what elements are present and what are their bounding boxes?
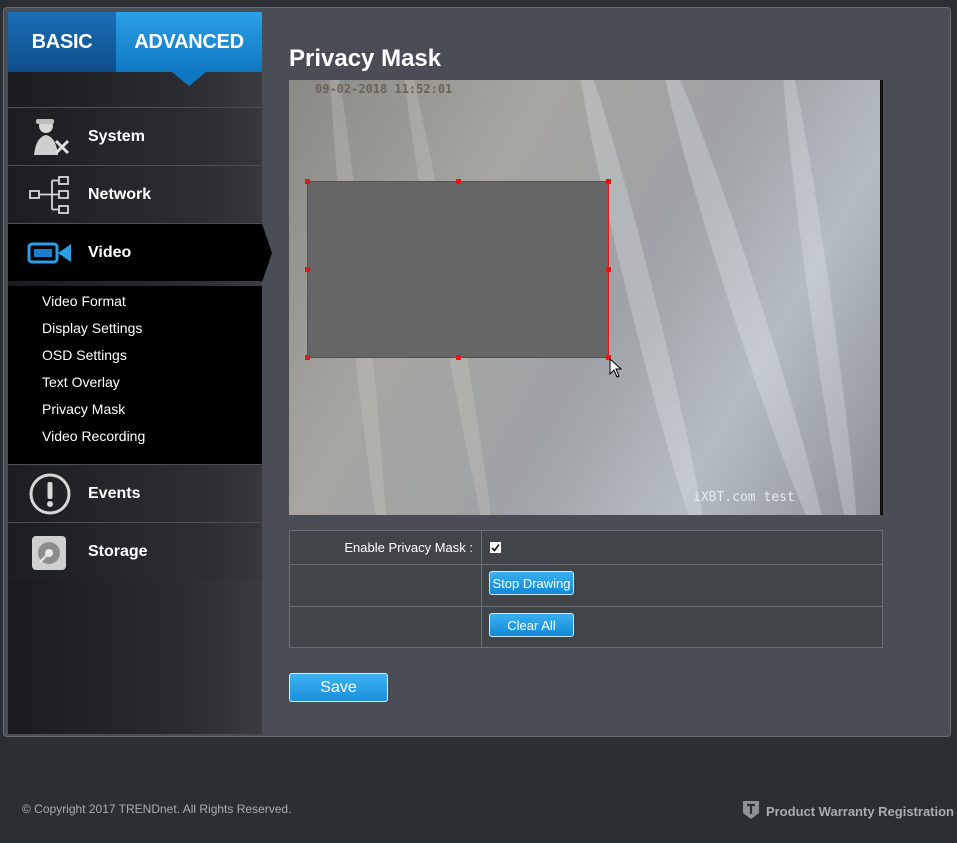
enable-privacy-mask-label: Enable Privacy Mask : bbox=[290, 531, 482, 564]
submenu-osd-settings[interactable]: OSD Settings bbox=[42, 347, 127, 363]
resize-handle[interactable] bbox=[305, 355, 310, 360]
submenu-display-settings[interactable]: Display Settings bbox=[42, 320, 142, 336]
resize-handle[interactable] bbox=[305, 267, 310, 272]
settings-row-clear: Clear All bbox=[290, 607, 882, 647]
sidebar-item-system[interactable]: System bbox=[8, 107, 262, 165]
submenu-text-overlay[interactable]: Text Overlay bbox=[42, 374, 120, 390]
tab-basic[interactable]: BASIC bbox=[8, 12, 116, 72]
privacy-mask-region[interactable] bbox=[305, 179, 611, 360]
mode-tabs: BASIC ADVANCED bbox=[8, 12, 262, 86]
system-tools-icon bbox=[22, 114, 78, 160]
network-tree-icon bbox=[22, 172, 78, 218]
clear-all-button[interactable]: Clear All bbox=[489, 613, 574, 637]
resize-handle[interactable] bbox=[456, 179, 461, 184]
video-submenu: Video Format Display Settings OSD Settin… bbox=[8, 286, 262, 464]
alert-icon bbox=[22, 471, 78, 517]
storage-disk-icon bbox=[22, 529, 78, 575]
sidebar-item-label: Events bbox=[88, 484, 141, 502]
sidebar-item-network[interactable]: Network bbox=[8, 165, 262, 223]
save-button[interactable]: Save bbox=[289, 673, 388, 702]
submenu-video-format[interactable]: Video Format bbox=[42, 293, 126, 309]
sidebar-item-events[interactable]: Events bbox=[8, 464, 262, 522]
sidebar-item-label: Storage bbox=[88, 542, 148, 560]
sidebar-item-storage[interactable]: Storage bbox=[8, 522, 262, 580]
copyright-text: © Copyright 2017 TRENDnet. All Rights Re… bbox=[22, 802, 292, 816]
settings-row-drawing: Stop Drawing bbox=[290, 565, 882, 607]
checkmark-icon bbox=[491, 544, 500, 552]
product-warranty-link[interactable]: Product Warranty Registration bbox=[742, 800, 954, 823]
stop-drawing-button[interactable]: Stop Drawing bbox=[489, 571, 574, 595]
trendnet-logo-icon bbox=[742, 800, 760, 823]
settings-row-enable: Enable Privacy Mask : bbox=[290, 531, 882, 565]
sidebar-item-video[interactable]: Video bbox=[8, 223, 272, 282]
video-watermark: iXBT.com test bbox=[693, 490, 795, 505]
tab-advanced[interactable]: ADVANCED bbox=[116, 12, 262, 86]
row-label-empty bbox=[290, 607, 482, 647]
video-camera-icon bbox=[22, 230, 78, 276]
submenu-privacy-mask[interactable]: Privacy Mask bbox=[42, 401, 125, 417]
resize-handle[interactable] bbox=[305, 179, 310, 184]
video-edge bbox=[880, 80, 883, 515]
resize-handle[interactable] bbox=[456, 355, 461, 360]
privacy-mask-settings: Enable Privacy Mask : Stop Drawing Clear… bbox=[289, 530, 883, 648]
resize-handle[interactable] bbox=[606, 267, 611, 272]
sidebar-item-label: Network bbox=[88, 185, 152, 203]
main-frame: BASIC ADVANCED System Network Video Vide… bbox=[3, 7, 951, 737]
page-title: Privacy Mask bbox=[289, 45, 442, 72]
sidebar: BASIC ADVANCED System Network Video Vide… bbox=[8, 12, 272, 734]
warranty-label: Product Warranty Registration bbox=[765, 804, 954, 819]
submenu-video-recording[interactable]: Video Recording bbox=[42, 428, 145, 444]
resize-handle[interactable] bbox=[606, 179, 611, 184]
video-preview[interactable]: 09-02-2018 11:52:01 iXBT.com test bbox=[289, 80, 883, 515]
mouse-cursor-icon bbox=[609, 357, 623, 383]
enable-privacy-mask-checkbox[interactable] bbox=[490, 542, 501, 553]
sidebar-item-label: Video bbox=[88, 243, 132, 261]
video-timestamp: 09-02-2018 11:52:01 bbox=[315, 82, 453, 96]
sidebar-item-label: System bbox=[88, 127, 145, 145]
row-label-empty bbox=[290, 565, 482, 606]
